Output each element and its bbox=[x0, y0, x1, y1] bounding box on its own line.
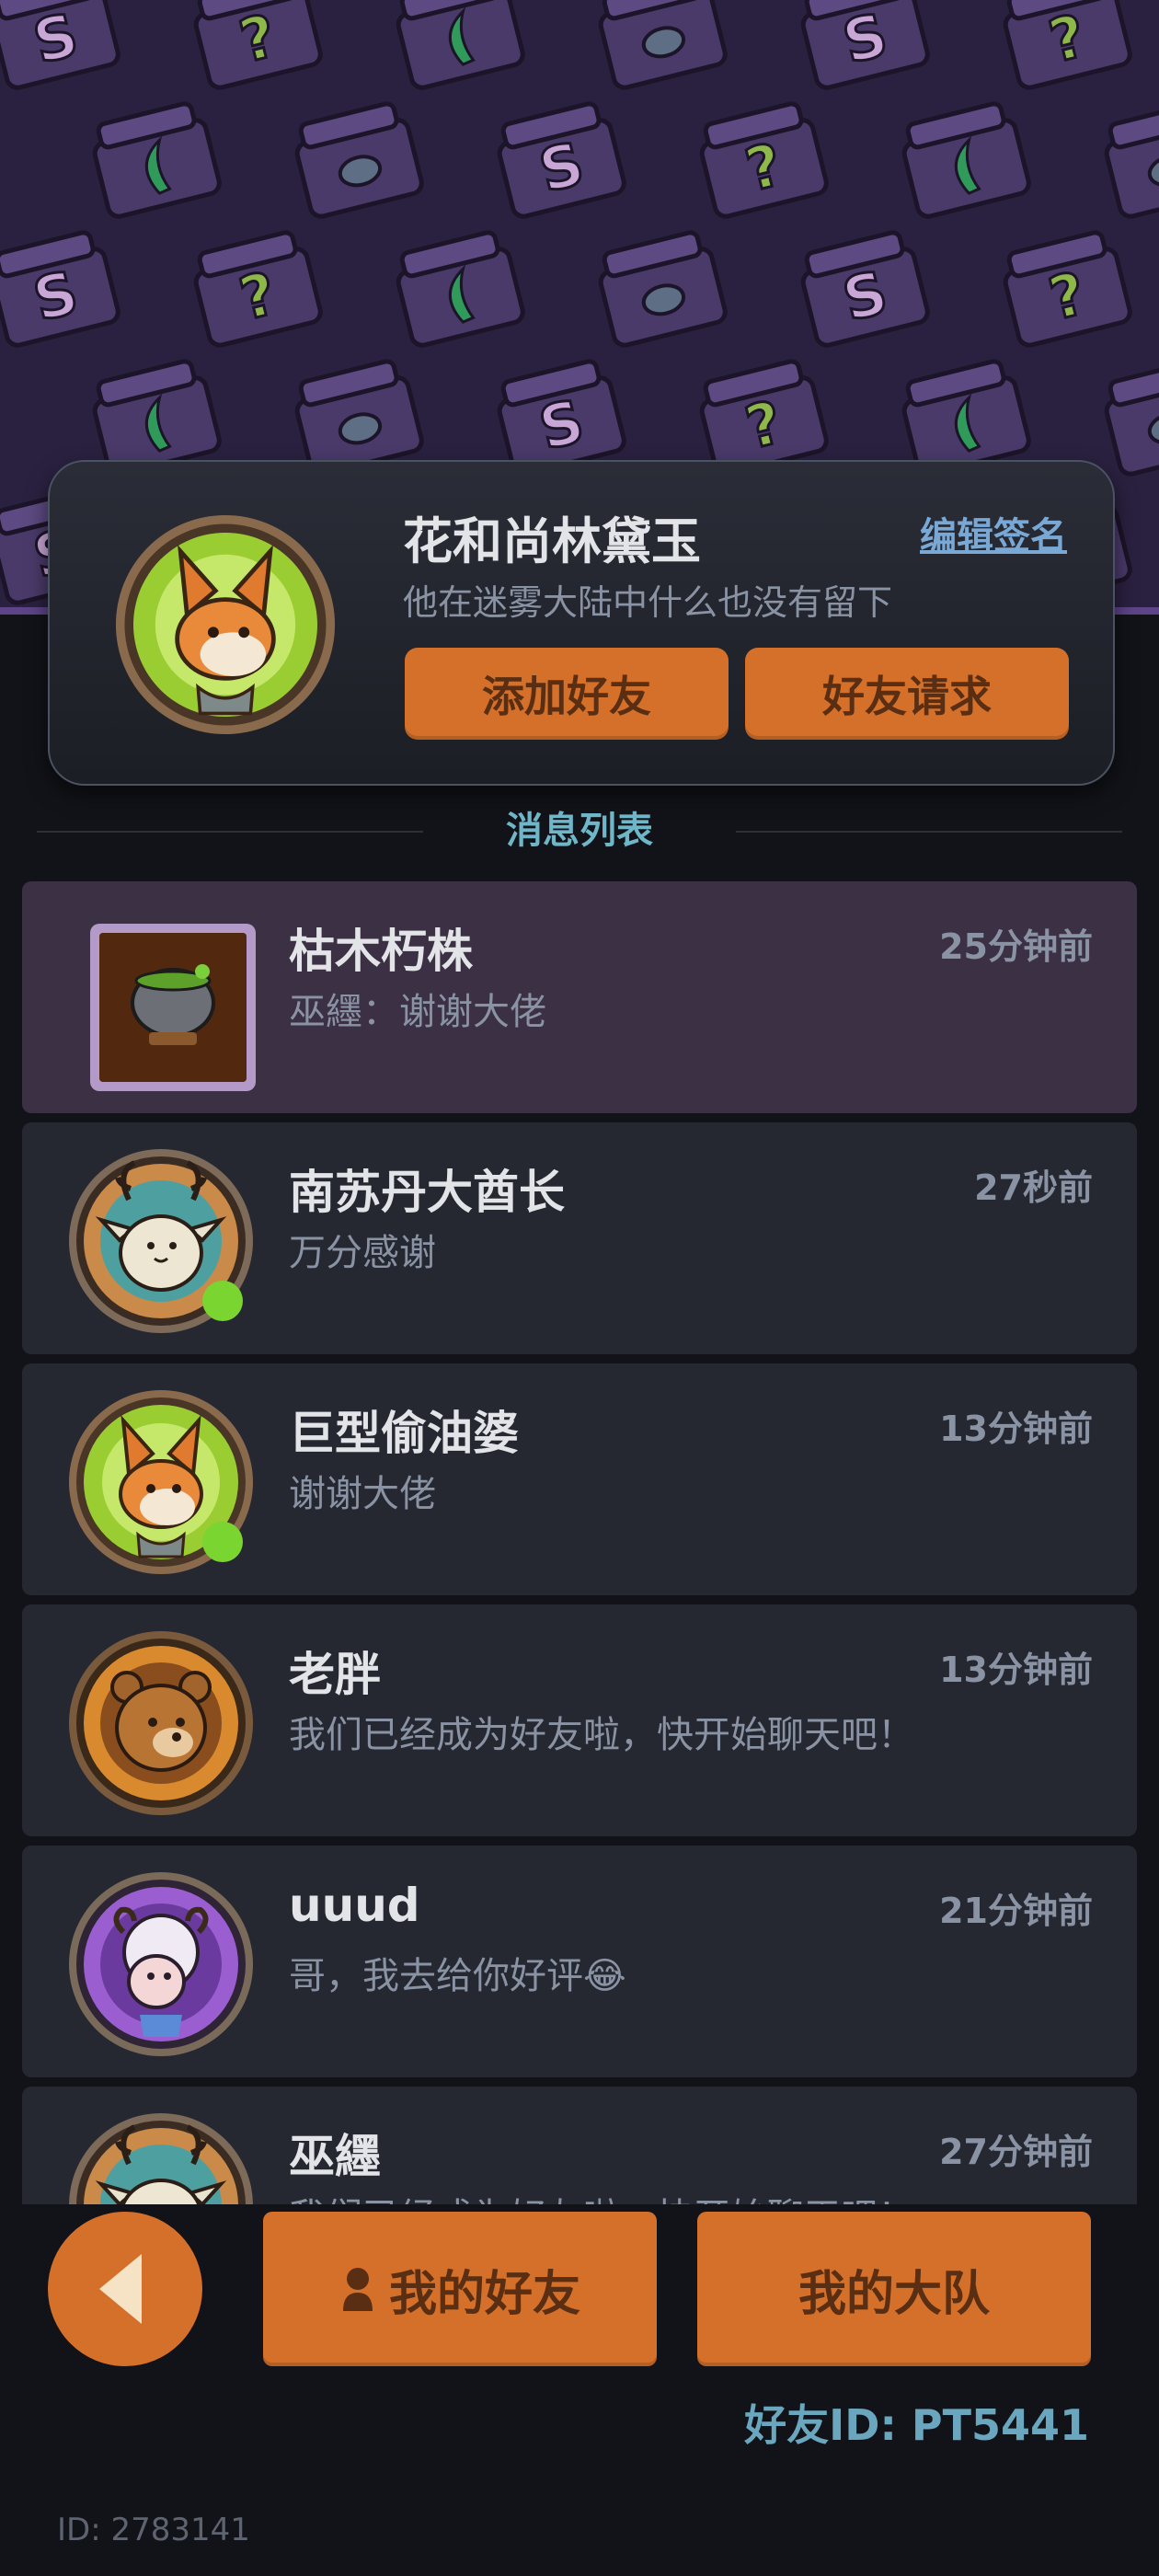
banner-chest-icon: ? bbox=[699, 101, 829, 219]
message-sender-name: 巨型偷油婆 bbox=[289, 1407, 519, 1460]
message-time: 13分钟前 bbox=[939, 1409, 1093, 1449]
message-sender-name: 枯木朽株 bbox=[289, 925, 473, 978]
banner-chest-icon bbox=[294, 359, 424, 477]
sheep-avatar-icon bbox=[64, 1868, 258, 2061]
message-item[interactable]: 老胖 我们已经成为好友啦，快开始聊天吧！ 13分钟前 bbox=[22, 1604, 1137, 1836]
banner-chest-icon bbox=[396, 0, 525, 90]
message-item[interactable]: 枯木朽株 巫纆：谢谢大佬 25分钟前 bbox=[22, 881, 1137, 1113]
message-time: 27秒前 bbox=[974, 1167, 1093, 1208]
back-arrow-icon bbox=[99, 2254, 142, 2324]
profile-name: 花和尚林黛玉 bbox=[403, 512, 701, 570]
banner-chest-icon: S bbox=[497, 359, 626, 477]
message-preview: 万分感谢 bbox=[289, 1232, 436, 1274]
friend-id-label: 好友ID: PT5441 bbox=[744, 2400, 1089, 2450]
message-item[interactable]: 巨型偷油婆 谢谢大佬 13分钟前 bbox=[22, 1363, 1137, 1595]
banner-chest-icon: S bbox=[497, 101, 626, 219]
message-preview: 巫纆：谢谢大佬 bbox=[289, 991, 546, 1033]
banner-chest-icon bbox=[1104, 101, 1159, 219]
banner-chest-icon bbox=[294, 101, 424, 219]
message-list[interactable]: 枯木朽株 巫纆：谢谢大佬 25分钟前 南苏丹大酋长 万分感谢 27秒前 巨型偷油… bbox=[22, 881, 1137, 2204]
message-sender-name: 南苏丹大酋长 bbox=[289, 1166, 565, 1219]
message-preview: 我们已经成为好友啦，快开始聊天吧！ bbox=[289, 2191, 951, 2204]
message-sender-name: 老胖 bbox=[289, 1648, 381, 1701]
message-list-title: 消息列表 bbox=[506, 810, 653, 852]
banner-chest-icon bbox=[598, 230, 728, 348]
friend-request-button[interactable]: 好友请求 bbox=[745, 648, 1069, 740]
banner-chest-icon: ? bbox=[699, 359, 829, 477]
banner-chest-icon: ? bbox=[1003, 230, 1132, 348]
cauldron-icon bbox=[64, 903, 258, 1097]
banner-chest-icon bbox=[598, 0, 728, 90]
message-time: 13分钟前 bbox=[939, 1650, 1093, 1690]
person-icon bbox=[342, 2268, 373, 2311]
banner-chest-icon: S bbox=[0, 0, 120, 90]
banner-chest-icon bbox=[901, 101, 1031, 219]
message-item[interactable]: 南苏丹大酋长 万分感谢 27秒前 bbox=[22, 1122, 1137, 1354]
user-id-label: ID: 2783141 bbox=[57, 2512, 250, 2548]
message-sender-name: 巫纆 bbox=[289, 2130, 381, 2183]
banner-chest-icon bbox=[396, 230, 525, 348]
edit-signature-link[interactable]: 编辑签名 bbox=[920, 506, 1067, 559]
fox-avatar-icon bbox=[64, 1386, 258, 1579]
banner-chest-icon: ? bbox=[1003, 0, 1132, 90]
message-item[interactable]: 巫纆 我们已经成为好友啦，快开始聊天吧！ 27分钟前 bbox=[22, 2087, 1137, 2204]
antler-cat-avatar-icon bbox=[64, 2109, 258, 2204]
message-preview: 谢谢大佬 bbox=[289, 1473, 436, 1515]
banner-chest-icon: S bbox=[0, 230, 120, 348]
my-friends-label: 我的好友 bbox=[388, 2266, 580, 2322]
banner-chest-icon bbox=[901, 359, 1031, 477]
bear-avatar-icon bbox=[64, 1627, 258, 1820]
back-button[interactable] bbox=[48, 2212, 202, 2366]
message-item[interactable]: uuud 哥，我去给你好评😂 21分钟前 bbox=[22, 1846, 1137, 2077]
message-preview: 哥，我去给你好评😂 bbox=[289, 1955, 626, 1997]
fox-avatar-icon[interactable] bbox=[110, 510, 340, 740]
antler-cat-avatar-icon bbox=[64, 1144, 258, 1338]
message-time: 25分钟前 bbox=[939, 926, 1093, 967]
profile-card: 花和尚林黛玉 编辑签名 他在迷雾大陆中什么也没有留下 添加好友 好友请求 bbox=[48, 460, 1115, 786]
message-time: 21分钟前 bbox=[939, 1891, 1093, 1931]
add-friend-button[interactable]: 添加好友 bbox=[405, 648, 729, 740]
banner-chest-icon bbox=[92, 101, 222, 219]
banner-chest-icon: S bbox=[800, 0, 930, 90]
banner-chest-icon: S bbox=[800, 230, 930, 348]
message-time: 27分钟前 bbox=[939, 2132, 1093, 2172]
message-sender-name: uuud bbox=[289, 1879, 420, 1932]
profile-signature: 他在迷雾大陆中什么也没有留下 bbox=[403, 582, 893, 623]
banner-chest-icon: ? bbox=[193, 230, 323, 348]
banner-chest-icon: ? bbox=[193, 0, 323, 90]
my-team-button[interactable]: 我的大队 bbox=[697, 2212, 1091, 2366]
banner-chest-icon bbox=[92, 359, 222, 477]
my-friends-button[interactable]: 我的好友 bbox=[263, 2212, 657, 2366]
message-preview: 我们已经成为好友啦，快开始聊天吧！ bbox=[289, 1714, 914, 1756]
banner-chest-icon bbox=[1104, 359, 1159, 477]
